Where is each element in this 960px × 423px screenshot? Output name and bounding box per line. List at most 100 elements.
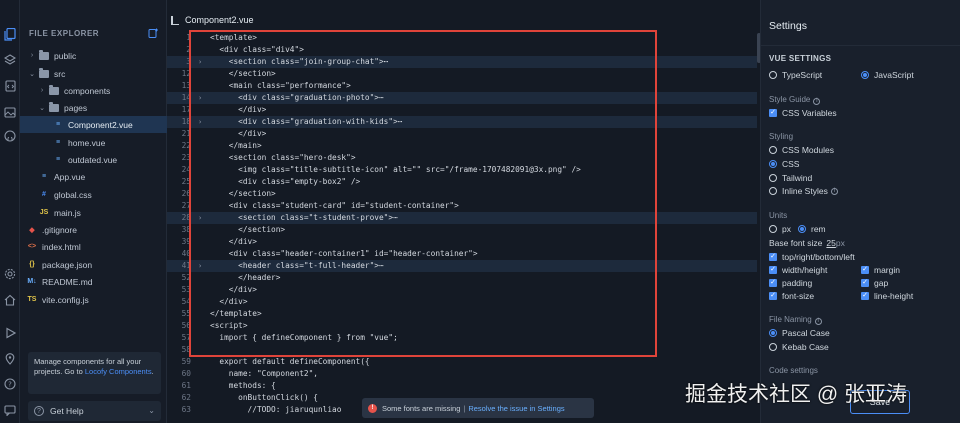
style-guide-label: Style Guide xyxy=(769,95,811,104)
tree-item-vite-config-js[interactable]: TS vite.config.js xyxy=(20,291,167,308)
code-line[interactable]: 52 </header> xyxy=(167,272,757,284)
radio-typescript[interactable]: TypeScript xyxy=(769,70,822,80)
code-line[interactable]: 60 name: "Component2", xyxy=(167,368,757,380)
code-line[interactable]: 38 </section> xyxy=(167,224,757,236)
code-line[interactable]: 58 xyxy=(167,344,757,356)
tree-item-package-json[interactable]: {} package.json xyxy=(20,256,167,273)
code-line[interactable]: 17 </div> xyxy=(167,104,757,116)
radio-css[interactable]: CSS xyxy=(769,159,799,169)
code-line[interactable]: 61 methods: { xyxy=(167,380,757,392)
code-line[interactable]: 57 import { defineComponent } from "vue"… xyxy=(167,332,757,344)
code-line[interactable]: 12 </section> xyxy=(167,68,757,80)
radio-kebab-case[interactable]: Kebab Case xyxy=(769,342,829,352)
code-line[interactable]: 1 <template> xyxy=(167,32,757,44)
code-line[interactable]: 27 <div class="student-card" id="student… xyxy=(167,200,757,212)
tree-item-main-js[interactable]: JS main.js xyxy=(20,204,167,221)
code-line[interactable]: 18 › <div class="graduation-with-kids">⋯ xyxy=(167,116,757,128)
radio-px[interactable]: px xyxy=(769,224,791,234)
code-line[interactable]: 39 </div> xyxy=(167,236,757,248)
code-line[interactable]: 41 › <header class="t-full-header">⋯ xyxy=(167,260,757,272)
tree-item-gitignore[interactable]: ◆ .gitignore xyxy=(20,221,167,238)
new-file-icon[interactable] xyxy=(148,28,159,41)
code-line[interactable]: 21 </div> xyxy=(167,128,757,140)
radio-rem[interactable]: rem xyxy=(798,224,826,234)
radio-pascal-case[interactable]: Pascal Case xyxy=(769,328,830,338)
play-icon[interactable] xyxy=(2,325,18,341)
fold-chevron-icon[interactable]: › xyxy=(198,56,202,68)
tree-item-outdated-vue[interactable]: ≡ outdated.vue xyxy=(20,151,167,168)
info-icon[interactable]: i xyxy=(814,317,822,325)
home-icon[interactable] xyxy=(2,292,18,308)
checkbox-checked-icon: ✓ xyxy=(861,279,869,287)
tree-item-global-css[interactable]: # global.css xyxy=(20,186,167,203)
code-line[interactable]: 2 <div class="div4"> xyxy=(167,44,757,56)
chat-icon[interactable] xyxy=(2,402,18,418)
code-line[interactable]: 40 <div class="header-container1" id="he… xyxy=(167,248,757,260)
code-line[interactable]: 14 › <div class="graduation-photo">⋯ xyxy=(167,92,757,104)
styling-heading: Styling xyxy=(769,132,794,141)
tree-item-readme-md[interactable]: M↓ README.md xyxy=(20,273,167,290)
radio-tailwind[interactable]: Tailwind xyxy=(769,173,812,183)
files-icon[interactable] xyxy=(2,26,18,42)
fold-chevron-icon[interactable]: › xyxy=(198,116,202,128)
code-line[interactable]: 56 <script> xyxy=(167,320,757,332)
base-font-value-input[interactable]: 25 xyxy=(826,238,835,248)
code-text: </template> xyxy=(210,309,262,318)
checkbox-width-height[interactable]: ✓ width/height xyxy=(769,265,827,275)
file-icon xyxy=(171,15,179,25)
info-icon[interactable]: i xyxy=(830,187,838,195)
tree-item-label: Component2.vue xyxy=(68,119,133,130)
radio-inline-styles[interactable]: Inline Styles i xyxy=(769,186,838,196)
checkbox-gap[interactable]: ✓ gap xyxy=(861,278,888,288)
tree-item-app-vue[interactable]: ≡ App.vue xyxy=(20,168,167,185)
code-line[interactable]: 23 <section class="hero-desk"> xyxy=(167,152,757,164)
radio-selected-icon xyxy=(798,225,806,233)
settings-gear-icon[interactable] xyxy=(2,266,18,282)
tree-item-component2-vue[interactable]: ≡ Component2.vue xyxy=(20,116,167,133)
github-icon[interactable] xyxy=(2,128,18,144)
location-pin-icon[interactable] xyxy=(2,351,18,367)
tree-item-index-html[interactable]: <> index.html xyxy=(20,238,167,255)
get-help-button[interactable]: ? Get Help ⌄ xyxy=(28,401,161,421)
tree-item-components[interactable]: › components xyxy=(20,82,167,99)
code-line[interactable]: 28 › <section class="t-student-prove">⋯ xyxy=(167,212,757,224)
code-line[interactable]: 3 › <section class="join-group-chat">⋯ xyxy=(167,56,757,68)
fold-chevron-icon[interactable]: › xyxy=(198,260,202,272)
tab-component2-vue[interactable]: Component2.vue xyxy=(171,11,254,29)
checkbox-top-right-bottom-left[interactable]: ✓ top/right/bottom/left xyxy=(769,252,855,262)
checkbox-padding[interactable]: ✓ padding xyxy=(769,278,812,288)
code-text: <section class="hero-desk"> xyxy=(210,153,356,162)
help-circle-icon[interactable]: ? xyxy=(2,376,18,392)
info-icon[interactable]: i xyxy=(813,97,821,105)
checkbox-margin[interactable]: ✓ margin xyxy=(861,265,900,275)
tree-item-src[interactable]: ⌄ src xyxy=(20,65,167,82)
line-number: 56 xyxy=(181,321,191,330)
code-line[interactable]: 55 </template> xyxy=(167,308,757,320)
code-line[interactable]: 13 <main class="performance"> xyxy=(167,80,757,92)
resolve-in-settings-link[interactable]: Resolve the issue in Settings xyxy=(468,404,564,413)
image-icon[interactable] xyxy=(2,104,18,120)
radio-css-modules[interactable]: CSS Modules xyxy=(769,145,834,155)
checkbox-font-size[interactable]: ✓ font-size xyxy=(769,291,814,301)
file-code-icon[interactable] xyxy=(2,78,18,94)
tree-item-public[interactable]: › public xyxy=(20,47,167,64)
code-line[interactable]: 59 export default defineComponent({ xyxy=(167,356,757,368)
tree-item-pages[interactable]: ⌄ pages xyxy=(20,99,167,116)
tree-item-home-vue[interactable]: ≡ home.vue xyxy=(20,134,167,151)
code-line[interactable]: 22 </main> xyxy=(167,140,757,152)
code-line[interactable]: 54 </div> xyxy=(167,296,757,308)
code-line[interactable]: 53 </div> xyxy=(167,284,757,296)
fold-chevron-icon[interactable]: › xyxy=(198,92,202,104)
code-line[interactable]: 26 </section> xyxy=(167,188,757,200)
layers-icon[interactable] xyxy=(2,52,18,68)
radio-javascript[interactable]: JavaScript xyxy=(861,70,914,80)
fold-chevron-icon[interactable]: › xyxy=(198,212,202,224)
code-text: <div class="header-container1" id="heade… xyxy=(210,249,478,258)
checkbox-line-height[interactable]: ✓ line-height xyxy=(861,291,913,301)
checkbox-css-variables[interactable]: ✓ CSS Variables xyxy=(769,108,837,118)
locofy-components-link[interactable]: Locofy Components xyxy=(85,367,152,376)
code-line[interactable]: 24 <img class="title-subtitle-icon" alt=… xyxy=(167,164,757,176)
option-label: CSS Modules xyxy=(782,145,834,155)
option-label: margin xyxy=(874,265,900,275)
code-line[interactable]: 25 <div class="empty-box2" /> xyxy=(167,176,757,188)
